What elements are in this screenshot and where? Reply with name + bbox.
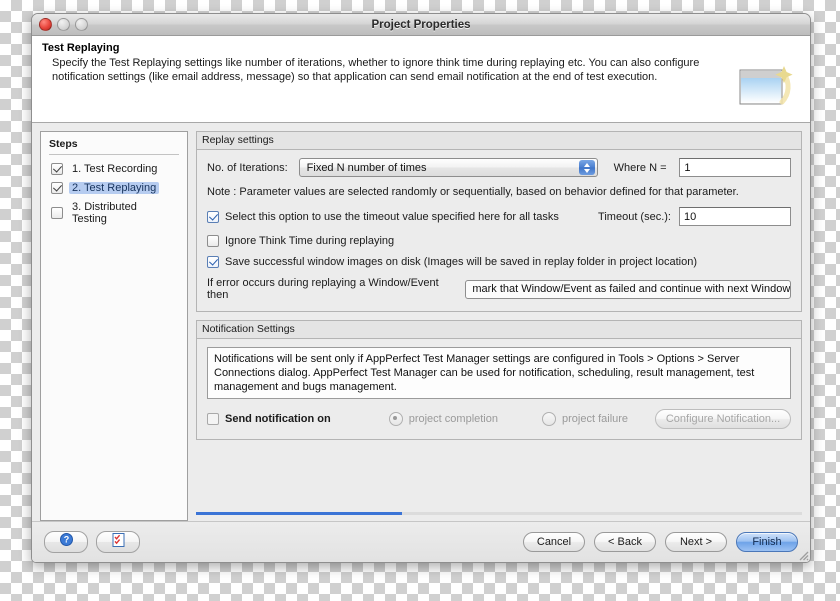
- radio-project-failure-label: project failure: [562, 413, 629, 425]
- radio-project-completion[interactable]: [388, 412, 403, 426]
- save-images-checkbox[interactable]: [207, 256, 219, 268]
- where-n-label: Where N =: [613, 161, 667, 174]
- wizard-body: Steps 1. Test Recording 2. Test Replayin…: [32, 123, 810, 521]
- minimize-button[interactable]: [57, 18, 70, 31]
- send-notification-row: Send notification on project completion …: [207, 409, 791, 429]
- back-button[interactable]: < Back: [594, 532, 656, 552]
- wizard-footer: ? Cancel < Back Next > Finish: [32, 521, 810, 562]
- timeout-input[interactable]: 10: [679, 207, 791, 226]
- banner-title: Test Replaying: [42, 42, 120, 54]
- configure-notification-button[interactable]: Configure Notification...: [655, 409, 791, 429]
- timeout-option-label: Select this option to use the timeout va…: [225, 210, 559, 223]
- wizard-window-sparkle-icon: [736, 62, 798, 114]
- banner-description: Specify the Test Replaying settings like…: [52, 57, 700, 83]
- sidebar-item-label: 1. Test Recording: [72, 163, 158, 175]
- ignore-think-time-checkbox[interactable]: [207, 235, 219, 247]
- svg-text:?: ?: [63, 535, 69, 545]
- steps-header: Steps: [49, 138, 179, 155]
- sidebar-item-test-replaying[interactable]: 2. Test Replaying: [49, 180, 179, 196]
- send-notification-label: Send notification on: [225, 413, 331, 425]
- timeout-option-checkbox[interactable]: [207, 210, 219, 223]
- project-properties-window: Project Properties Test Replaying Specif…: [31, 13, 811, 563]
- notification-settings-title: Notification Settings: [196, 320, 802, 338]
- iterations-label: No. of Iterations:: [207, 161, 288, 174]
- iterations-row: No. of Iterations: Fixed N number of tim…: [207, 158, 791, 177]
- where-n-input[interactable]: 1: [679, 158, 791, 177]
- where-n-value: 1: [684, 161, 691, 174]
- ignore-think-time-row: Ignore Think Time during replaying: [207, 235, 791, 247]
- finish-button[interactable]: Finish: [736, 532, 798, 552]
- window-title: Project Properties: [371, 18, 471, 31]
- window-controls: [39, 18, 88, 31]
- timeout-option-row: Select this option to use the timeout va…: [207, 207, 791, 226]
- maximize-button[interactable]: [75, 18, 88, 31]
- on-error-select-value: mark that Window/Event as failed and con…: [472, 283, 791, 295]
- notification-info-text: Notifications will be sent only if AppPe…: [207, 347, 791, 399]
- radio-project-completion-label: project completion: [408, 413, 498, 425]
- settings-content: Replay settings No. of Iterations: Fixed…: [196, 131, 802, 521]
- replay-settings-box: No. of Iterations: Fixed N number of tim…: [196, 149, 802, 312]
- checklist-icon: [112, 532, 125, 552]
- wizard-banner: Test Replaying Specify the Test Replayin…: [32, 36, 810, 123]
- footer-actions: Cancel < Back Next > Finish: [523, 532, 798, 552]
- window-titlebar[interactable]: Project Properties: [32, 14, 810, 36]
- help-button[interactable]: ?: [44, 531, 88, 553]
- replay-settings-group: Replay settings No. of Iterations: Fixed…: [196, 131, 802, 312]
- timeout-value: 10: [684, 210, 697, 223]
- notification-settings-group: Notification Settings Notifications will…: [196, 320, 802, 440]
- sidebar-item-distributed-testing[interactable]: 3. Distributed Testing: [49, 199, 179, 227]
- sidebar-item-label: 3. Distributed Testing: [72, 201, 137, 225]
- on-error-row: If error occurs during replaying a Windo…: [207, 277, 791, 301]
- next-button[interactable]: Next >: [665, 532, 727, 552]
- replay-settings-title: Replay settings: [196, 131, 802, 149]
- on-error-label: If error occurs during replaying a Windo…: [207, 277, 439, 301]
- stepper-arrows-icon[interactable]: [578, 160, 595, 175]
- resize-grip-icon[interactable]: [796, 548, 809, 561]
- step-checkbox-test-replaying[interactable]: [51, 182, 63, 194]
- checklist-button[interactable]: [96, 531, 140, 553]
- ignore-think-time-label: Ignore Think Time during replaying: [225, 235, 395, 247]
- radio-project-failure[interactable]: [542, 412, 556, 426]
- sidebar-item-label: 2. Test Replaying: [69, 182, 160, 194]
- cancel-button[interactable]: Cancel: [523, 532, 585, 552]
- iterations-select-value: Fixed N number of times: [306, 161, 427, 174]
- notification-settings-box: Notifications will be sent only if AppPe…: [196, 338, 802, 440]
- chevron-down-icon: [583, 168, 590, 173]
- sidebar-item-test-recording[interactable]: 1. Test Recording: [49, 161, 179, 177]
- timeout-label: Timeout (sec.):: [598, 210, 671, 223]
- chevron-up-icon: [583, 162, 590, 167]
- help-question-icon: ?: [59, 533, 73, 551]
- iterations-select[interactable]: Fixed N number of times: [298, 158, 598, 177]
- parameter-note: Note : Parameter values are selected ran…: [207, 186, 739, 198]
- save-images-label: Save successful window images on disk (I…: [225, 256, 698, 268]
- step-checkbox-test-recording[interactable]: [51, 163, 63, 175]
- send-notification-checkbox[interactable]: [207, 413, 219, 425]
- step-checkbox-distributed-testing[interactable]: [51, 207, 63, 219]
- on-error-select[interactable]: mark that Window/Event as failed and con…: [465, 279, 791, 299]
- steps-panel: Steps 1. Test Recording 2. Test Replayin…: [40, 131, 188, 521]
- save-images-row: Save successful window images on disk (I…: [207, 256, 791, 268]
- close-button[interactable]: [39, 18, 52, 31]
